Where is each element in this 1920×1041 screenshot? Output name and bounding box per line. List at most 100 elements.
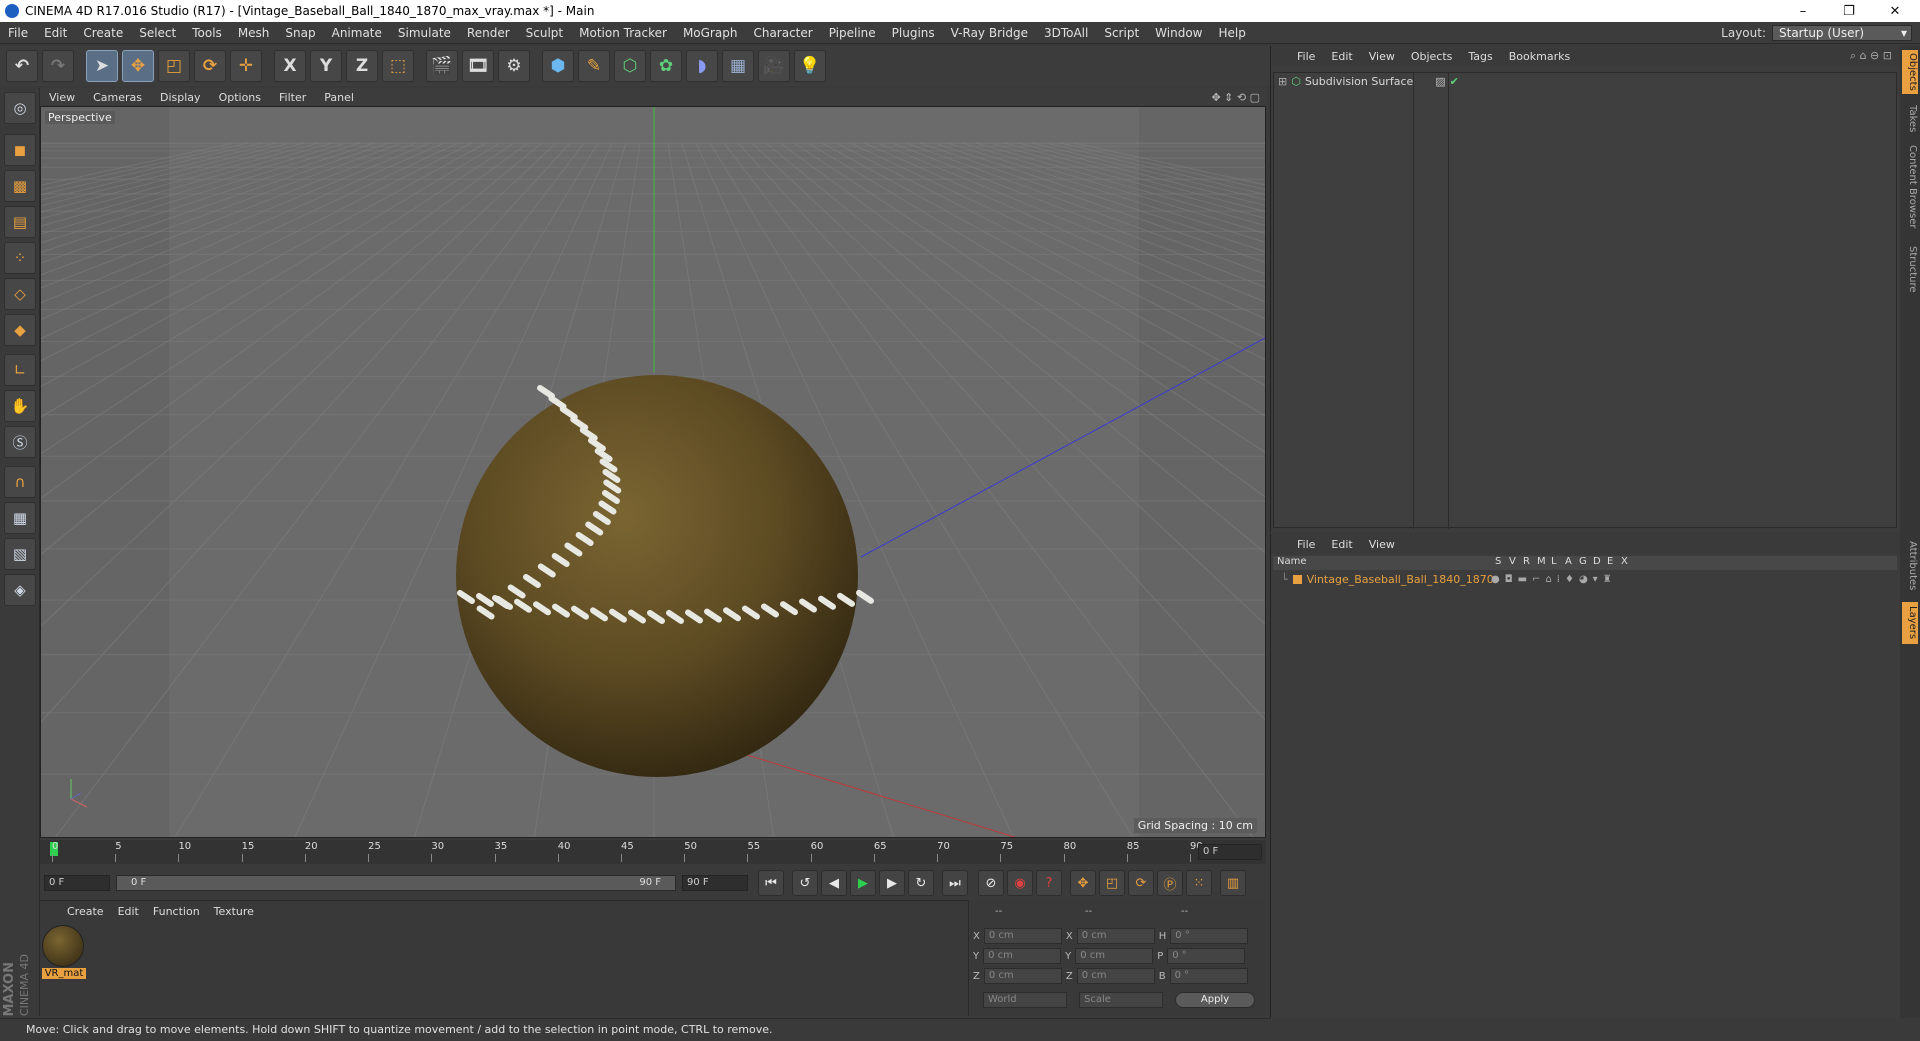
python-icon[interactable]: ◈ <box>4 574 36 606</box>
subdivision-surface-button[interactable]: ⬡ <box>614 50 646 82</box>
select-tool-button[interactable]: ➤ <box>86 50 118 82</box>
perspective-viewport[interactable]: Perspective Grid Spacing : 10 cm <box>40 106 1266 838</box>
menu-select[interactable]: Select <box>131 26 184 40</box>
make-editable-icon[interactable]: ◎ <box>4 92 36 124</box>
tab-takes[interactable]: Takes <box>1902 102 1918 136</box>
render-picture-viewer-button[interactable]: 🎞 <box>462 50 494 82</box>
pos-z-field[interactable]: 0 cm <box>983 968 1062 984</box>
rot-h-field[interactable]: 0 ° <box>1170 928 1249 944</box>
y-axis-button[interactable]: Y <box>310 50 342 82</box>
menu-render[interactable]: Render <box>459 26 518 40</box>
snap-icon[interactable]: Ⓢ <box>4 426 36 458</box>
render-view-button[interactable]: 🎬 <box>426 50 458 82</box>
menu-simulate[interactable]: Simulate <box>390 26 459 40</box>
next-frame-button[interactable]: ▶ <box>879 870 905 896</box>
layer-row[interactable]: └ Vintage_Baseball_Ball_1840_1870 ●◘▬⌐⌂⁞… <box>1273 572 1897 586</box>
maximize-button[interactable]: ❐ <box>1826 0 1872 22</box>
key-rotation-button[interactable]: ⟳ <box>1128 870 1154 896</box>
x-axis-button[interactable]: X <box>274 50 306 82</box>
start-frame-field[interactable]: 0 F <box>44 875 110 891</box>
pen-spline-button[interactable]: ✎ <box>578 50 610 82</box>
viewport-menu-panel[interactable]: Panel <box>315 91 363 104</box>
visibility-toggle-icon[interactable]: ▨ <box>1435 75 1445 88</box>
light-button[interactable]: 💡 <box>794 50 826 82</box>
viewport-menu-options[interactable]: Options <box>210 91 270 104</box>
enabled-check-icon[interactable]: ✔ <box>1450 75 1459 88</box>
coordinate-system-button[interactable]: ⬚ <box>382 50 414 82</box>
menu-mograph[interactable]: MoGraph <box>675 26 746 40</box>
deformer-button[interactable]: ◗ <box>686 50 718 82</box>
menu-character[interactable]: Character <box>745 26 820 40</box>
menu-vray-bridge[interactable]: V-Ray Bridge <box>943 26 1036 40</box>
menu-edit[interactable]: Edit <box>36 26 75 40</box>
previous-frame-button[interactable]: ◀ <box>821 870 847 896</box>
size-z-field[interactable]: 0 cm <box>1076 968 1155 984</box>
menu-animate[interactable]: Animate <box>324 26 390 40</box>
menu-plugins[interactable]: Plugins <box>884 26 943 40</box>
menu-sculpt[interactable]: Sculpt <box>518 26 571 40</box>
rot-p-field[interactable]: 0 ° <box>1167 948 1246 964</box>
end-frame-field[interactable]: 90 F <box>682 875 748 891</box>
tab-content-browser[interactable]: Content Browser <box>1902 142 1918 232</box>
layer-flag-icons[interactable]: ●◘▬⌐⌂⁞♦◕▾♜ <box>1491 574 1617 585</box>
menu-tools[interactable]: Tools <box>184 26 230 40</box>
previous-key-button[interactable]: ↺ <box>792 870 818 896</box>
minimize-button[interactable]: – <box>1780 0 1826 22</box>
tab-structure[interactable]: Structure <box>1902 242 1918 296</box>
viewport-nav-icons[interactable]: ✥ ⇕ ⟲ ▢ <box>1211 91 1260 104</box>
objects-menu-objects[interactable]: Objects <box>1403 50 1461 63</box>
keyframe-selection-button[interactable]: ? <box>1036 870 1062 896</box>
menu-mesh[interactable]: Mesh <box>230 26 278 40</box>
pos-x-field[interactable]: 0 cm <box>983 928 1062 944</box>
material-menu-texture[interactable]: Texture <box>207 905 261 918</box>
magnet-icon[interactable]: ∩ <box>4 466 36 498</box>
menu-3dtoall[interactable]: 3DToAll <box>1036 26 1096 40</box>
menu-script[interactable]: Script <box>1096 26 1147 40</box>
objects-menu-edit[interactable]: Edit <box>1323 50 1360 63</box>
rot-b-field[interactable]: 0 ° <box>1169 968 1248 984</box>
menu-pipeline[interactable]: Pipeline <box>821 26 884 40</box>
coordinate-mode-dropdown[interactable]: World <box>983 992 1067 1008</box>
workplane-mode-icon[interactable]: ▤ <box>4 206 36 238</box>
cloner-button[interactable]: ✿ <box>650 50 682 82</box>
texture-mode-icon[interactable]: ▩ <box>4 170 36 202</box>
objects-menu-tags[interactable]: Tags <box>1460 50 1500 63</box>
viewport-menu-view[interactable]: View <box>40 91 84 104</box>
layers-menu-view[interactable]: View <box>1361 538 1403 551</box>
polygons-mode-icon[interactable]: ◆ <box>4 314 36 346</box>
frame-range-slider[interactable]: 0 F 90 F <box>116 875 676 891</box>
cube-primitive-button[interactable]: ⬢ <box>542 50 574 82</box>
apply-button[interactable]: Apply <box>1175 992 1255 1008</box>
layer-color-icon[interactable] <box>1292 574 1302 584</box>
key-scale-button[interactable]: ◰ <box>1099 870 1125 896</box>
edges-mode-icon[interactable]: ◇ <box>4 278 36 310</box>
undo-button[interactable]: ↶ <box>6 50 38 82</box>
move-tool-button[interactable]: ✥ <box>122 50 154 82</box>
go-to-end-button[interactable]: ⏭ <box>942 870 968 896</box>
timeline-ruler[interactable]: 0 5 10 15 20 25 30 35 40 45 50 55 60 65 70 75 80 85 90 0 F <box>40 840 1266 864</box>
objects-menu-file[interactable]: File <box>1289 50 1323 63</box>
go-to-start-button[interactable]: ⏮ <box>758 870 784 896</box>
menu-snap[interactable]: Snap <box>277 26 323 40</box>
rotate-tool-button[interactable]: ⟳ <box>194 50 226 82</box>
model-mode-icon[interactable]: ◼ <box>4 134 36 166</box>
layers-menu-edit[interactable]: Edit <box>1323 538 1360 551</box>
pos-y-field[interactable]: 0 cm <box>983 948 1062 964</box>
current-frame-field[interactable]: 0 F <box>1198 844 1262 860</box>
baseball-model[interactable] <box>456 375 858 777</box>
menu-window[interactable]: Window <box>1147 26 1210 40</box>
menu-motion-tracker[interactable]: Motion Tracker <box>571 26 675 40</box>
camera-button[interactable]: 🎥 <box>758 50 790 82</box>
planar-workplane-icon[interactable]: ▧ <box>4 538 36 570</box>
menu-file[interactable]: File <box>0 26 36 40</box>
layers-menu-file[interactable]: File <box>1289 538 1323 551</box>
key-parameter-button[interactable]: Ⓟ <box>1157 870 1183 896</box>
tweak-mode-icon[interactable]: ✋ <box>4 390 36 422</box>
object-manager-search-icon[interactable]: ⌕ ⌂ ⊖ ⊡ <box>1850 49 1892 63</box>
layout-dropdown[interactable]: Startup (User) <box>1772 25 1912 41</box>
material-swatch[interactable]: VR_mat <box>42 925 86 983</box>
size-y-field[interactable]: 0 cm <box>1075 948 1154 964</box>
objects-menu-bookmarks[interactable]: Bookmarks <box>1501 50 1578 63</box>
menu-help[interactable]: Help <box>1210 26 1253 40</box>
floor-scene-button[interactable]: ▦ <box>722 50 754 82</box>
